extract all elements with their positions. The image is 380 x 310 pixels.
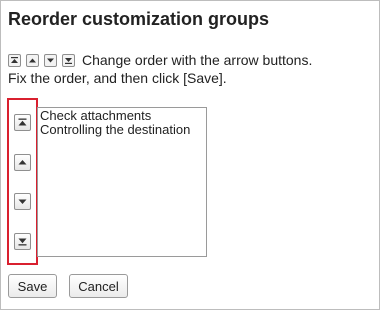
move-to-top-button[interactable] [14, 114, 31, 131]
instructions: Change order with the arrow buttons. Fix… [8, 51, 374, 87]
move-to-bottom-icon [18, 238, 27, 246]
instruction-line-2: Fix the order, and then click [Save]. [8, 70, 227, 86]
instruction-line-1: Change order with the arrow buttons. [8, 51, 374, 69]
move-to-top-icon [18, 118, 27, 126]
instruction-text-1: Change order with the arrow buttons. [82, 52, 313, 68]
move-to-top-icon [8, 54, 21, 67]
page-title: Reorder customization groups [8, 9, 270, 29]
order-buttons-panel [7, 98, 38, 265]
save-button[interactable]: Save [8, 274, 57, 298]
move-to-bottom-button[interactable] [14, 233, 31, 250]
list-item[interactable]: Controlling the destination [40, 123, 206, 137]
move-up-button[interactable] [14, 154, 31, 171]
move-to-bottom-icon [62, 54, 75, 67]
cancel-button[interactable]: Cancel [69, 274, 128, 298]
move-up-icon [18, 160, 27, 165]
move-down-icon [18, 199, 27, 204]
groups-listbox[interactable]: Check attachments Controlling the destin… [37, 107, 207, 257]
move-down-button[interactable] [14, 193, 31, 210]
move-down-icon [44, 54, 57, 67]
list-item[interactable]: Check attachments [40, 109, 206, 123]
move-up-icon [26, 54, 39, 67]
